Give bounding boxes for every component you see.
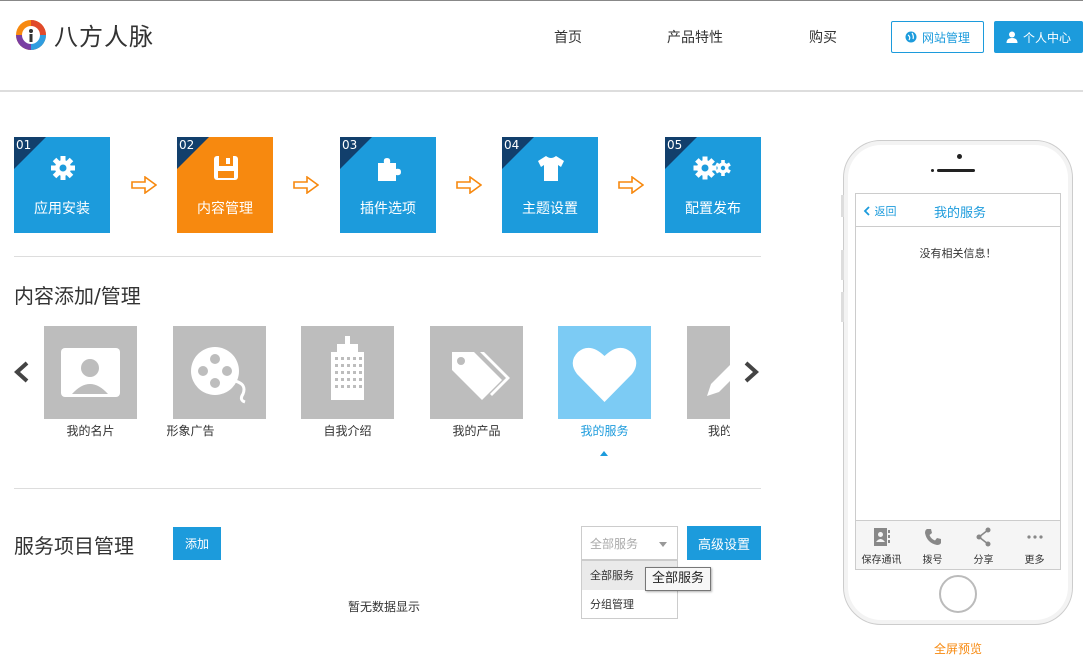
floppy-icon: [214, 156, 238, 180]
film-reel-icon: [191, 347, 246, 404]
brand-name: 八方人脉: [54, 23, 154, 51]
heart-icon: [572, 347, 637, 402]
phone-navbar: 返回 我的服务: [856, 194, 1060, 227]
chevron-down-icon: [659, 542, 667, 547]
step-number: 02: [179, 138, 195, 152]
tab-label: 保存通讯: [861, 555, 902, 566]
phone-icon: [924, 529, 941, 545]
carousel-next-icon[interactable]: [741, 360, 761, 384]
gears-icon: [693, 156, 731, 180]
tile-my-card[interactable]: [44, 326, 137, 419]
active-tile-indicator: [600, 451, 608, 456]
phone-side-button: [841, 195, 844, 217]
step-arrow-icon: [293, 176, 319, 194]
globe-icon: [905, 31, 917, 43]
phone-home-button: [939, 575, 977, 613]
tile-label: 我的产品: [452, 424, 501, 438]
tile-label: 我的: [708, 424, 730, 438]
tile-label: 自我介绍: [323, 424, 372, 438]
nav-buy[interactable]: 购买: [809, 27, 837, 47]
phone-title: 我的服务: [934, 206, 987, 221]
step-arrow-icon: [456, 176, 482, 194]
phone-back-button[interactable]: 返回: [863, 203, 897, 219]
site-manage-label: 网站管理: [921, 30, 970, 45]
share-icon: [976, 527, 990, 547]
select-value: 全部服务: [590, 536, 639, 551]
phone-side-button: [841, 250, 844, 280]
tile-my-services[interactable]: [558, 326, 651, 419]
top-header: 八方人脉 首页 产品特性 购买 网站管理 个人中心: [0, 0, 1083, 92]
phone-side-button: [841, 292, 844, 322]
step-label: 插件选项: [360, 201, 416, 217]
tooltip: 全部服务: [645, 567, 712, 591]
content-section-title: 内容添加/管理: [14, 284, 141, 308]
add-button[interactable]: 添加: [173, 527, 221, 560]
phone-tab-more[interactable]: 更多: [1009, 521, 1060, 570]
tile-partial[interactable]: [687, 326, 730, 419]
phone-tabbar: 保存通讯 拨号 分享 更多: [856, 520, 1060, 569]
logo-icon: [16, 19, 46, 50]
user-center-label: 个人中心: [1022, 30, 1071, 45]
step-arrow-icon: [618, 176, 644, 194]
tab-label: 分享: [973, 555, 994, 566]
tab-label: 拨号: [922, 555, 943, 566]
profile-card-icon: [61, 348, 120, 397]
tile-label: 我的服务: [580, 424, 629, 438]
step-arrow-icon: [131, 176, 157, 194]
service-section-title: 服务项目管理: [14, 534, 134, 558]
phone-sensor: [931, 169, 934, 172]
chevron-left-icon: [863, 206, 870, 216]
carousel-prev-icon[interactable]: [12, 360, 32, 384]
step-plugin-options[interactable]: 03 插件选项: [340, 137, 436, 233]
tile-label: 形象广告: [166, 424, 215, 438]
step-config-publish[interactable]: 05 配置发布: [665, 137, 761, 233]
step-number: 05: [667, 138, 683, 152]
nav-features[interactable]: 产品特性: [667, 27, 723, 47]
pencil-icon: [707, 365, 730, 396]
step-number: 04: [504, 138, 520, 152]
user-center-button[interactable]: 个人中心: [994, 21, 1083, 53]
tile-image-ad[interactable]: [173, 326, 266, 419]
step-number: 01: [16, 138, 32, 152]
step-app-install[interactable]: 01 应用安装: [14, 137, 110, 233]
tile-my-products[interactable]: [430, 326, 523, 419]
phone-screen: 返回 我的服务 没有相关信息！ 保存通讯 拨号 分享 更多: [855, 193, 1061, 570]
more-icon: [1026, 535, 1043, 539]
nav-home[interactable]: 首页: [554, 27, 582, 47]
phone-camera: [957, 154, 962, 159]
phone-tab-share[interactable]: 分享: [958, 521, 1009, 570]
phone-tab-dial[interactable]: 拨号: [907, 521, 958, 570]
step-label: 主题设置: [522, 201, 578, 217]
contact-card-icon: [873, 528, 890, 546]
gear-icon: [51, 156, 75, 180]
fullscreen-preview-link[interactable]: 全屏预览: [934, 640, 982, 657]
step-theme-settings[interactable]: 04 主题设置: [502, 137, 598, 233]
tag-icon: [452, 352, 510, 400]
tab-label: 更多: [1024, 555, 1045, 566]
site-manage-button[interactable]: 网站管理: [891, 21, 984, 53]
tile-label: 我的名片: [66, 424, 115, 438]
phone-empty-message: 没有相关信息！: [919, 247, 997, 260]
user-icon: [1006, 31, 1018, 43]
phone-speaker: [937, 169, 975, 172]
step-label: 应用安装: [34, 201, 90, 217]
advanced-settings-button[interactable]: 高级设置: [687, 526, 761, 560]
tile-self-intro[interactable]: [301, 326, 394, 419]
back-label: 返回: [874, 205, 897, 218]
divider: [14, 488, 761, 489]
empty-message: 暂无数据显示: [348, 600, 421, 614]
phone-tab-save-contact[interactable]: 保存通讯: [856, 521, 907, 570]
puzzle-icon: [378, 158, 401, 181]
step-label: 内容管理: [197, 201, 253, 217]
divider: [14, 256, 761, 257]
dropdown-option-group[interactable]: 分组管理: [582, 590, 677, 619]
shirt-icon: [538, 156, 564, 181]
building-icon: [331, 336, 364, 400]
service-filter-select[interactable]: 全部服务: [581, 526, 678, 560]
step-label: 配置发布: [685, 201, 741, 217]
step-content-manage[interactable]: 02 内容管理: [177, 137, 273, 233]
brand-logo[interactable]: 八方人脉: [14, 17, 154, 52]
step-number: 03: [342, 138, 358, 152]
